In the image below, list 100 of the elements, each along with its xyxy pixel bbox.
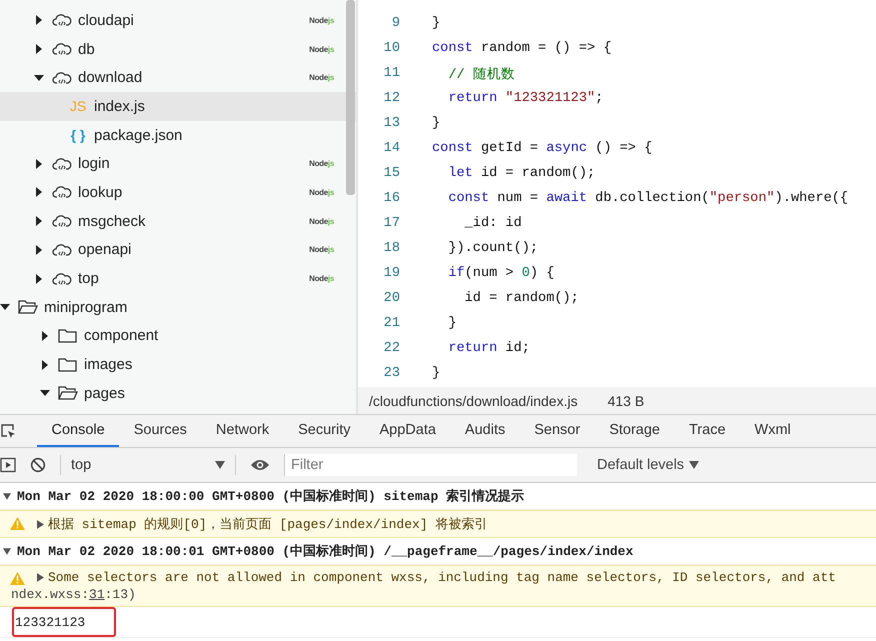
caret-down-icon[interactable] <box>3 492 11 500</box>
cloud-code-icon <box>52 272 72 286</box>
code-line: const getId = async () => { <box>432 141 652 156</box>
caret-down-icon[interactable] <box>40 388 50 398</box>
code-line: if(num > 0) { <box>447 266 554 281</box>
devtools-tab[interactable]: Network <box>201 415 284 447</box>
caret-right-icon[interactable] <box>34 44 44 54</box>
cloud-code-icon <box>52 70 72 85</box>
code-line: _id: id <box>464 216 522 231</box>
clear-console-icon[interactable] <box>30 457 46 473</box>
line-number: 17 <box>382 216 400 231</box>
warning-icon <box>10 572 25 585</box>
devtools-tab[interactable]: Trace <box>674 415 740 447</box>
runtime-label: Nodejs <box>309 274 334 284</box>
tree-item[interactable]: db Nodejs <box>0 34 356 64</box>
line-number: 16 <box>382 191 400 206</box>
devtools-tab[interactable]: Audits <box>450 415 520 447</box>
open-folder-icon <box>58 385 78 402</box>
caret-right-icon[interactable] <box>37 573 44 582</box>
devtools-tab[interactable]: Security <box>284 415 365 447</box>
warning-text: 根据 sitemap 的规则[0]，当前页面 [pages/index/index] 将被索引 <box>48 516 488 533</box>
item-name: miniprogram <box>44 298 128 316</box>
devtools-tab[interactable]: Storage <box>594 415 674 447</box>
caret-down-icon <box>215 461 225 469</box>
line-number: 20 <box>382 291 400 306</box>
group-header[interactable]: Mon Mar 02 2020 18:00:01 GMT+0800 (中国标准时间) /__pageframe__/pages/index/index <box>17 542 634 560</box>
item-name: images <box>84 356 132 374</box>
context-dropdown[interactable]: top <box>60 455 236 475</box>
caret-right-icon[interactable] <box>34 244 44 255</box>
filter-field[interactable]: Filter <box>284 454 577 476</box>
line-number: 23 <box>382 366 400 381</box>
caret-down-icon[interactable] <box>34 72 44 83</box>
tree-item[interactable]: openapi Nodejs <box>0 236 356 264</box>
sidebar-toggle-icon[interactable] <box>0 457 16 473</box>
caret-right-icon[interactable] <box>34 187 44 198</box>
tree-item[interactable]: top Nodejs <box>0 264 356 293</box>
inspect-icon[interactable] <box>0 423 16 439</box>
tree-item[interactable]: JS index.js <box>0 92 356 121</box>
code-line: let id = random(); <box>447 166 596 181</box>
code-line: } <box>447 316 456 331</box>
tree-item[interactable]: pages <box>0 378 356 408</box>
line-number: 14 <box>382 141 400 156</box>
caret-right-icon[interactable] <box>34 158 44 169</box>
source-location: ndex.wxss:31:13) <box>11 587 137 602</box>
item-name: top <box>78 270 99 288</box>
code-line: const random = () => { <box>432 41 612 56</box>
code-line: } <box>432 116 440 131</box>
caret-right-icon[interactable] <box>34 216 44 226</box>
folder-icon <box>58 356 78 373</box>
caret-right-icon[interactable] <box>40 360 50 370</box>
line-number: 9 <box>390 16 400 31</box>
eye-icon[interactable] <box>250 458 270 472</box>
caret-right-icon[interactable] <box>37 520 44 528</box>
line-number: 10 <box>382 41 400 56</box>
line-number: 11 <box>382 66 400 81</box>
runtime-label: Nodejs <box>309 73 334 82</box>
tree-item[interactable]: component <box>0 322 356 350</box>
code-line: return id; <box>447 341 530 356</box>
devtools-tab[interactable]: Sensor <box>520 415 595 447</box>
code-line: } <box>432 366 440 381</box>
item-name: download <box>78 69 142 86</box>
item-name: component <box>84 327 158 344</box>
caret-right-icon[interactable] <box>34 15 44 26</box>
file-path: /cloudfunctions/download/index.js <box>369 392 578 408</box>
devtools-tab[interactable]: Wxml <box>740 415 806 447</box>
tree-item[interactable]: images <box>0 350 356 379</box>
item-name: login <box>78 155 110 172</box>
line-number: 15 <box>382 166 400 181</box>
code-line: const num = await db.collection("person").where({ <box>447 191 848 206</box>
code-line: } <box>432 16 440 31</box>
caret-right-icon[interactable] <box>40 330 50 341</box>
caret-right-icon[interactable] <box>34 274 44 284</box>
runtime-label: Nodejs <box>309 44 334 54</box>
group-header[interactable]: Mon Mar 02 2020 18:00:00 GMT+0800 (中国标准时间) sitemap 索引情况提示 <box>17 487 524 505</box>
tree-item[interactable]: { } package.json <box>0 120 356 150</box>
source-link[interactable]: 31 <box>89 587 105 602</box>
scrollbar[interactable] <box>346 0 355 195</box>
tree-item[interactable]: msgcheck Nodejs <box>0 206 356 236</box>
item-name: lookup <box>78 184 122 201</box>
tree-item[interactable]: download Nodejs <box>0 63 356 92</box>
devtools-tab[interactable]: AppData <box>364 415 450 447</box>
item-name: pages <box>84 384 125 402</box>
tree-item[interactable]: lookup Nodejs <box>0 178 356 207</box>
js-file-icon: JS <box>68 98 88 114</box>
levels-dropdown[interactable]: Default levels <box>591 456 706 474</box>
line-number: 18 <box>382 241 400 256</box>
caret-down-icon[interactable] <box>3 548 11 554</box>
tree-item[interactable]: cloudapi Nodejs <box>0 6 356 35</box>
tree-item[interactable]: login Nodejs <box>0 149 356 178</box>
folder-icon <box>58 328 78 344</box>
tree-item[interactable]: miniprogram <box>0 292 356 322</box>
code-line: id = random(); <box>464 291 579 306</box>
json-file-icon: { } <box>68 127 88 144</box>
cloud-code-icon <box>52 214 72 228</box>
file-size: 413 B <box>608 392 644 408</box>
cloud-code-icon <box>52 156 72 171</box>
line-number: 12 <box>382 91 400 106</box>
devtools-tab[interactable]: Sources <box>119 415 202 447</box>
line-number: 13 <box>382 116 400 131</box>
caret-down-icon[interactable] <box>0 302 10 312</box>
